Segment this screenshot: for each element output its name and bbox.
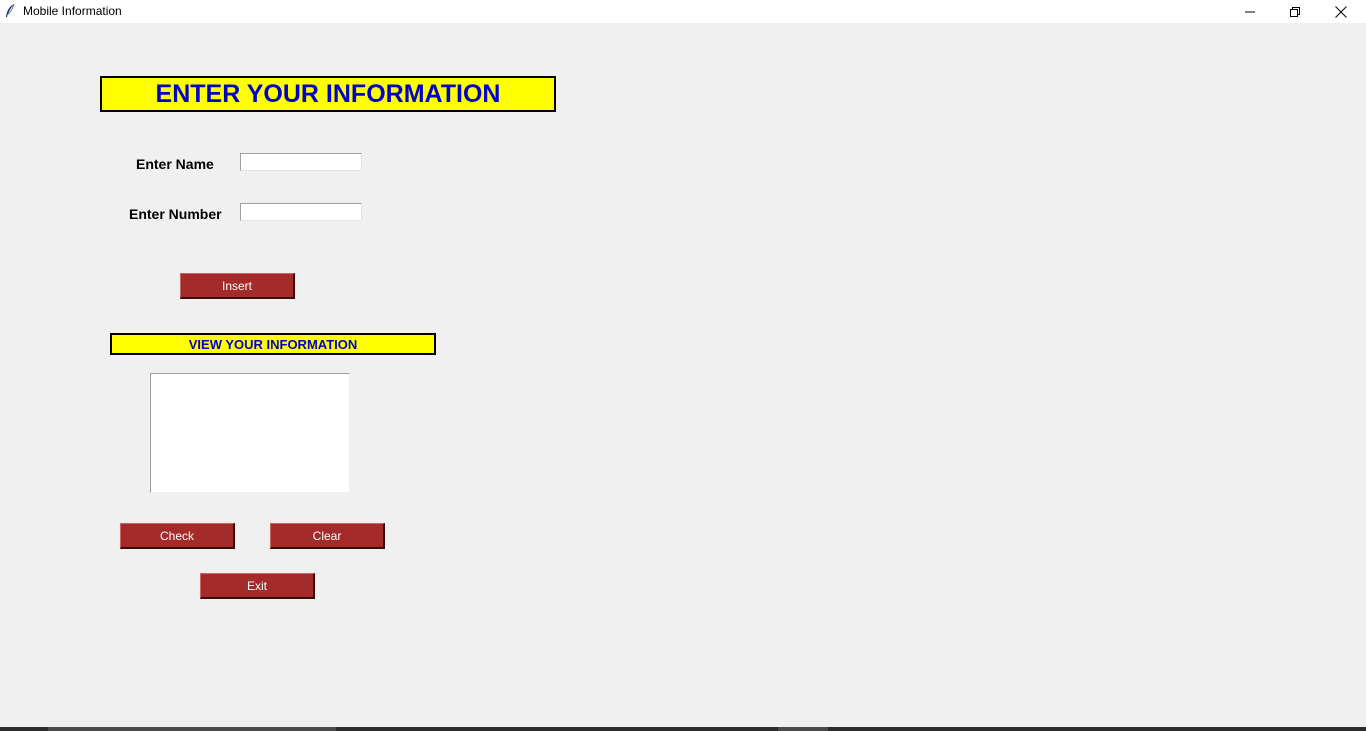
restore-button[interactable] [1272, 0, 1318, 23]
check-button[interactable]: Check [120, 523, 235, 549]
title-bar[interactable]: Mobile Information [0, 0, 1366, 23]
exit-button[interactable]: Exit [200, 573, 315, 599]
minimize-button[interactable] [1227, 0, 1273, 23]
taskbar-segment [48, 727, 336, 731]
app-window: Mobile Information ENTER YOUR INFORMATIO… [0, 0, 1366, 731]
name-label: Enter Name [136, 156, 214, 172]
number-input[interactable] [240, 203, 362, 221]
clear-button[interactable]: Clear [270, 523, 385, 549]
number-label: Enter Number [129, 206, 222, 222]
taskbar-segment [778, 727, 828, 731]
close-icon [1335, 5, 1347, 18]
close-button[interactable] [1318, 0, 1364, 23]
restore-icon [1290, 6, 1300, 17]
insert-button[interactable]: Insert [180, 273, 295, 299]
feather-icon [4, 3, 16, 19]
minimize-icon [1245, 11, 1255, 12]
window-title: Mobile Information [23, 4, 122, 18]
enter-info-heading: ENTER YOUR INFORMATION [100, 76, 556, 112]
name-input[interactable] [240, 153, 362, 171]
info-display-box[interactable] [150, 373, 350, 493]
view-info-heading: VIEW YOUR INFORMATION [110, 333, 436, 355]
